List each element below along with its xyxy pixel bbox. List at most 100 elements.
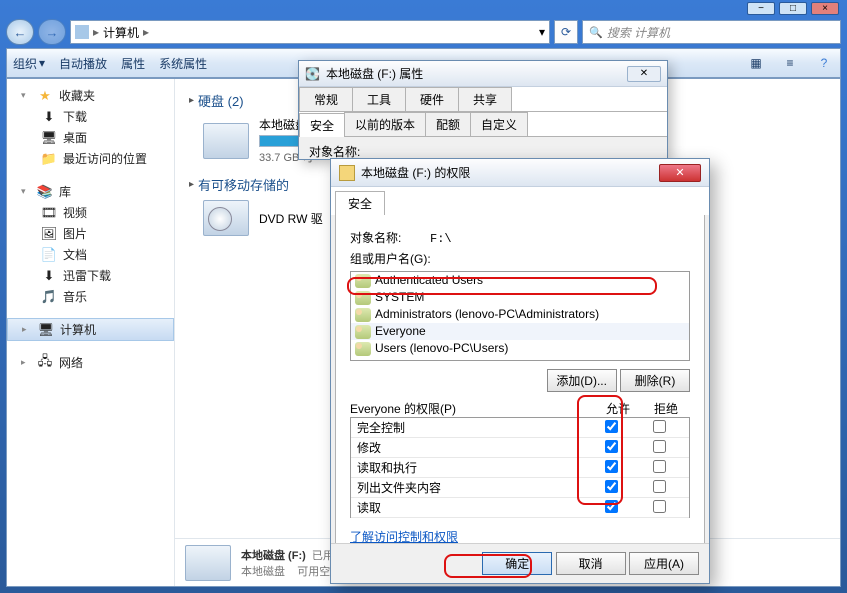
sidebar-item[interactable]: 📄 文档 xyxy=(7,244,174,265)
breadcrumb[interactable]: ▸ 计算机 ▸ ▾ xyxy=(70,20,550,44)
user-item[interactable]: Users (lenovo-PC\Users) xyxy=(351,340,689,357)
dvd-name: DVD RW 驱 xyxy=(259,210,323,227)
breadcrumb-item[interactable]: 计算机 xyxy=(103,24,139,41)
organize-menu[interactable]: 组织 ▾ xyxy=(13,55,45,72)
sidebar-favorites[interactable]: ▾★收藏夹 xyxy=(7,85,174,106)
star-icon: ★ xyxy=(37,88,53,104)
deny-checkbox[interactable] xyxy=(653,460,666,473)
minimize-button[interactable]: − xyxy=(747,2,775,15)
permissions-close-button[interactable]: ✕ xyxy=(659,164,701,182)
view-list-icon[interactable]: ≡ xyxy=(780,53,800,73)
tab[interactable]: 硬件 xyxy=(405,87,459,111)
sidebar-libraries[interactable]: ▾📚库 xyxy=(7,181,174,202)
user-group-icon xyxy=(355,308,371,322)
allow-checkbox[interactable] xyxy=(605,420,618,433)
help-icon[interactable]: ? xyxy=(814,53,834,73)
sidebar-item-icon: ⬇ xyxy=(41,268,57,284)
allow-checkbox[interactable] xyxy=(605,500,618,513)
sidebar-item-icon: 🖥 xyxy=(41,130,57,146)
properties-tabs-row2: 安全以前的版本配额自定义 xyxy=(299,112,667,137)
permissions-footer: 确定 取消 应用(A) xyxy=(331,543,709,583)
window-titlebar: − □ × xyxy=(0,0,847,16)
apply-button[interactable]: 应用(A) xyxy=(629,552,699,575)
sidebar-item[interactable]: ⬇下载 xyxy=(7,106,174,127)
forward-button[interactable]: → xyxy=(38,19,66,45)
user-group-icon xyxy=(355,342,371,356)
properties-button[interactable]: 属性 xyxy=(121,55,145,72)
tab-security[interactable]: 安全 xyxy=(335,191,385,215)
sidebar-item[interactable]: ⬇ 迅雷下载 xyxy=(7,265,174,286)
refresh-button[interactable]: ⟳ xyxy=(554,20,578,44)
maximize-button[interactable]: □ xyxy=(779,2,807,15)
deny-checkbox[interactable] xyxy=(653,440,666,453)
object-name-value: F:\ xyxy=(430,232,452,246)
sidebar-item[interactable]: 📁最近访问的位置 xyxy=(7,148,174,169)
user-group-icon xyxy=(355,274,371,288)
groups-label: 组或用户名(G): xyxy=(350,250,690,267)
nav-bar: ← → ▸ 计算机 ▸ ▾ ⟳ 搜索 计算机 xyxy=(6,16,841,48)
allow-checkbox[interactable] xyxy=(605,480,618,493)
allow-checkbox[interactable] xyxy=(605,460,618,473)
sidebar-item-icon: 🖼 xyxy=(41,226,57,242)
sidebar-item[interactable]: 🎞视频 xyxy=(7,202,174,223)
sidebar-item-icon: 📁 xyxy=(41,151,57,167)
sidebar-item-label: 文档 xyxy=(63,246,87,263)
tab[interactable]: 常规 xyxy=(299,87,353,111)
remove-button[interactable]: 删除(R) xyxy=(620,369,690,392)
user-item[interactable]: Everyone xyxy=(351,323,689,340)
sidebar-computer[interactable]: ▸🖥计算机 xyxy=(7,318,174,341)
permissions-titlebar[interactable]: 本地磁盘 (F:) 的权限 ✕ xyxy=(331,159,709,187)
permissions-table: 完全控制修改读取和执行列出文件夹内容读取 xyxy=(350,417,690,518)
sidebar-item[interactable]: 🖼 图片 xyxy=(7,223,174,244)
add-button[interactable]: 添加(D)... xyxy=(547,369,617,392)
sidebar: ▾★收藏夹 ⬇下载🖥桌面📁最近访问的位置 ▾📚库 🎞视频 🖼 图片 📄 文档 ⬇ 迅雷下载 🎵… xyxy=(7,79,175,586)
tab[interactable]: 安全 xyxy=(299,113,345,137)
sidebar-item-label: 音乐 xyxy=(63,288,87,305)
sidebar-item-icon: ⬇ xyxy=(41,109,57,125)
autoplay-button[interactable]: 自动播放 xyxy=(59,55,107,72)
allow-checkbox[interactable] xyxy=(605,440,618,453)
computer-icon: 🖥 xyxy=(38,322,54,338)
system-properties-button[interactable]: 系统属性 xyxy=(159,55,207,72)
tab[interactable]: 自定义 xyxy=(470,112,528,136)
back-button[interactable]: ← xyxy=(6,19,34,45)
permission-name: 读取 xyxy=(357,499,587,516)
sidebar-item-label: 视频 xyxy=(63,204,87,221)
permission-row: 修改 xyxy=(351,438,689,458)
search-input[interactable]: 搜索 计算机 xyxy=(582,20,841,44)
sidebar-item-label: 迅雷下载 xyxy=(63,267,111,284)
cancel-button[interactable]: 取消 xyxy=(556,552,626,575)
libraries-icon: 📚 xyxy=(37,184,53,200)
sidebar-item-label: 图片 xyxy=(63,225,87,242)
sidebar-network[interactable]: ▸🖧网络 xyxy=(7,352,174,373)
tab[interactable]: 以前的版本 xyxy=(344,112,426,136)
permission-name: 读取和执行 xyxy=(357,459,587,476)
sidebar-item[interactable]: 🎵音乐 xyxy=(7,286,174,307)
deny-column-header: 拒绝 xyxy=(642,400,690,417)
user-list[interactable]: Authenticated UsersSYSTEMAdministrators … xyxy=(350,271,690,361)
tab[interactable]: 配额 xyxy=(425,112,471,136)
breadcrumb-dropdown[interactable]: ▾ xyxy=(539,25,545,39)
tab[interactable]: 工具 xyxy=(352,87,406,111)
properties-close-button[interactable]: ✕ xyxy=(627,66,661,82)
learn-link[interactable]: 了解访问控制和权限 xyxy=(350,530,458,544)
deny-checkbox[interactable] xyxy=(653,420,666,433)
ok-button[interactable]: 确定 xyxy=(482,552,552,575)
deny-checkbox[interactable] xyxy=(653,480,666,493)
deny-checkbox[interactable] xyxy=(653,500,666,513)
properties-object-label: 对象名称: xyxy=(309,145,360,159)
sidebar-item[interactable]: 🖥桌面 xyxy=(7,127,174,148)
properties-titlebar[interactable]: 💽 本地磁盘 (F:) 属性 ✕ xyxy=(299,61,667,87)
permission-row: 读取 xyxy=(351,498,689,518)
view-tiles-icon[interactable]: ▦ xyxy=(746,53,766,73)
user-item-name: Users (lenovo-PC\Users) xyxy=(375,340,508,357)
tab[interactable]: 共享 xyxy=(458,87,512,111)
user-item[interactable]: Administrators (lenovo-PC\Administrators… xyxy=(351,306,689,323)
folder-icon xyxy=(339,165,355,181)
properties-title: 本地磁盘 (F:) 属性 xyxy=(326,65,423,82)
details-type: 本地磁盘 xyxy=(241,566,285,578)
user-item[interactable]: SYSTEM xyxy=(351,289,689,306)
sidebar-item-icon: 📄 xyxy=(41,247,57,263)
user-item[interactable]: Authenticated Users xyxy=(351,272,689,289)
close-button[interactable]: × xyxy=(811,2,839,15)
